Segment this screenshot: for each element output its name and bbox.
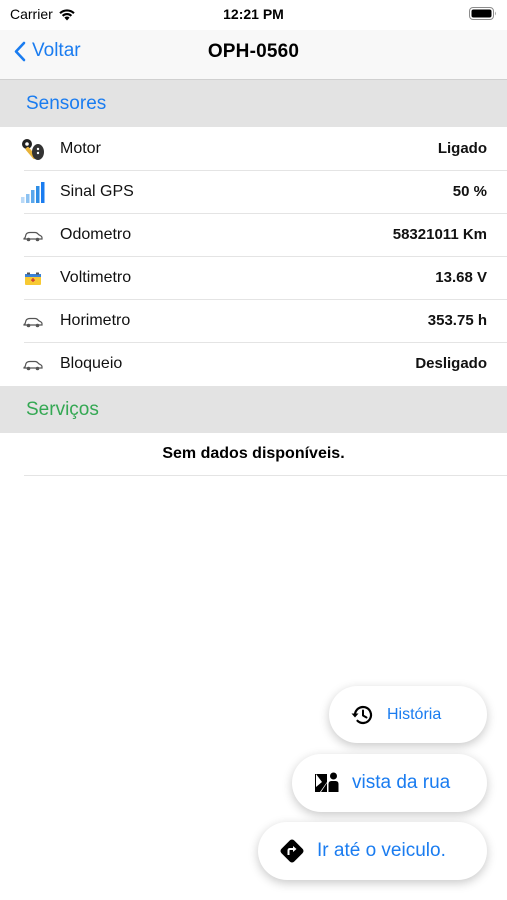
sensores-header-label: Sensores	[26, 93, 107, 114]
sensores-section-header: Sensores	[0, 80, 507, 127]
vista-da-rua-label: vista da rua	[352, 772, 451, 793]
battery-status-icon	[469, 7, 497, 25]
navigation-bar: Voltar OPH-0560	[0, 30, 507, 80]
empty-state-message: Sem dados disponíveis.	[162, 445, 345, 462]
status-bar: Carrier 12:21 PM	[0, 0, 507, 30]
sensor-label: Sinal GPS	[60, 183, 134, 200]
car-key-icon	[20, 138, 46, 162]
sensor-row-sinal-gps[interactable]: Sinal GPS 50 %	[0, 171, 507, 214]
car-icon	[20, 224, 46, 248]
sensor-label: Voltimetro	[60, 269, 132, 286]
sensor-value: 58321011 Km	[392, 226, 487, 243]
street-view-icon	[314, 771, 340, 795]
sensor-label: Horimetro	[60, 312, 131, 329]
sensor-value: Ligado	[437, 140, 487, 157]
ir-ate-veiculo-label: Ir até o veiculo.	[317, 840, 446, 861]
sensor-label: Motor	[60, 140, 101, 157]
sensor-row-bloqueio[interactable]: Bloqueio Desligado	[0, 343, 507, 386]
sensor-row-voltimetro[interactable]: Voltimetro 13.68 V	[0, 257, 507, 300]
directions-icon	[279, 838, 305, 864]
sensor-value: 353.75 h	[427, 312, 487, 329]
signal-bars-icon	[20, 181, 46, 205]
car-icon	[20, 310, 46, 334]
battery-icon	[20, 267, 46, 291]
sensor-row-odometro[interactable]: Odometro 58321011 Km	[0, 214, 507, 257]
sensor-label: Odometro	[60, 226, 132, 243]
servicos-section-header: Serviços	[0, 386, 507, 433]
servicos-header-label: Serviços	[26, 399, 99, 420]
car-icon	[20, 353, 46, 377]
sensor-row-motor[interactable]: Motor Ligado	[0, 128, 507, 171]
ir-ate-veiculo-button[interactable]: Ir até o veiculo.	[258, 822, 487, 880]
empty-state-row: Sem dados disponíveis.	[24, 433, 507, 476]
sensor-value: 50 %	[452, 183, 487, 200]
historia-button-label: História	[387, 705, 442, 723]
status-time: 12:21 PM	[223, 6, 284, 22]
vista-da-rua-button[interactable]: vista da rua	[292, 754, 487, 812]
sensor-row-horimetro[interactable]: Horimetro 353.75 h	[0, 300, 507, 343]
history-icon	[349, 703, 375, 727]
page-title: OPH-0560	[207, 41, 300, 62]
sensor-value: Desligado	[415, 355, 487, 372]
sensor-value: 13.68 V	[435, 269, 487, 286]
sensor-list: Motor Ligado Sinal GPS 50 % Odometro 583…	[0, 128, 507, 386]
sensor-label: Bloqueio	[60, 355, 123, 372]
historia-button[interactable]: História	[329, 686, 487, 743]
